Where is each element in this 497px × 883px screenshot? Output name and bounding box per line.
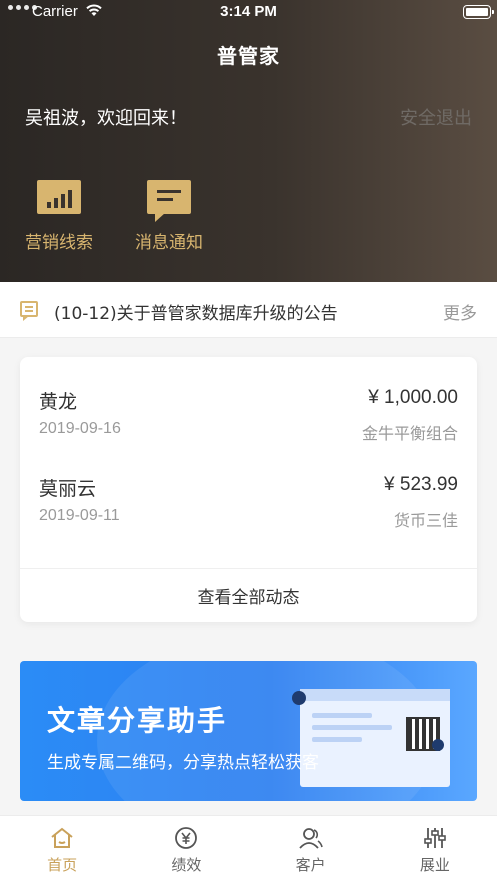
person-illustration bbox=[432, 739, 444, 751]
tab-label: 首页 bbox=[47, 856, 78, 874]
product-name: 货币三佳 bbox=[393, 511, 458, 530]
header-panel: Carrier 3:14 PM 普管家 吴祖波，欢迎回来！ 安全退出 营销线索 … bbox=[0, 0, 497, 282]
screen-illustration bbox=[300, 689, 450, 787]
divider bbox=[20, 568, 477, 569]
tab-home[interactable]: 首页 bbox=[0, 816, 124, 883]
status-bar: Carrier 3:14 PM bbox=[0, 0, 497, 24]
activity-item[interactable]: 莫丽云 ¥ 523.99 2019-09-11 货币三佳 bbox=[39, 474, 458, 544]
more-button[interactable]: 更多 bbox=[443, 299, 477, 324]
greeting-text: 吴祖波，欢迎回来！ bbox=[25, 108, 187, 129]
sliders-icon bbox=[424, 828, 446, 848]
activity-item[interactable]: 黄龙 ¥ 1,000.00 2019-09-16 金牛平衡组合 bbox=[39, 387, 458, 457]
page-title: 普管家 bbox=[217, 44, 280, 68]
message-icon bbox=[147, 180, 191, 222]
client-name: 莫丽云 bbox=[39, 478, 97, 500]
client-name: 黄龙 bbox=[39, 391, 78, 413]
product-name: 金牛平衡组合 bbox=[361, 424, 458, 443]
announcement-icon bbox=[20, 301, 38, 321]
marketing-leads-label: 营销线索 bbox=[25, 233, 93, 253]
person-illustration bbox=[292, 691, 306, 705]
activity-card: 黄龙 ¥ 1,000.00 2019-09-16 金牛平衡组合 莫丽云 ¥ 52… bbox=[20, 357, 477, 622]
view-all-activity-button[interactable]: 查看全部动态 bbox=[20, 583, 477, 608]
battery-icon bbox=[463, 5, 494, 19]
clock: 3:14 PM bbox=[220, 3, 277, 20]
yen-circle-icon bbox=[175, 827, 198, 849]
tab-customers[interactable]: 客户 bbox=[249, 816, 373, 883]
tab-label: 展业 bbox=[419, 856, 450, 874]
date: 2019-09-16 bbox=[39, 420, 121, 437]
message-notifications-label: 消息通知 bbox=[135, 233, 203, 253]
announcement-bar[interactable]: (10-12)关于普管家数据库升级的公告 更多 bbox=[0, 282, 497, 338]
tab-performance[interactable]: 绩效 bbox=[124, 816, 248, 883]
article-share-banner[interactable]: 文章分享助手 生成专属二维码，分享热点轻松获客 bbox=[20, 661, 477, 801]
date: 2019-09-11 bbox=[39, 507, 120, 524]
amount: ¥ 523.99 bbox=[384, 474, 458, 495]
banner-title: 文章分享助手 bbox=[47, 704, 228, 737]
message-notifications-button[interactable]: 消息通知 bbox=[135, 180, 203, 253]
tab-label: 客户 bbox=[295, 856, 326, 874]
customers-icon bbox=[298, 828, 323, 849]
announcement-text[interactable]: (10-12)关于普管家数据库升级的公告 bbox=[54, 299, 338, 324]
amount: ¥ 1,000.00 bbox=[368, 387, 458, 408]
bar-chart-icon bbox=[37, 180, 81, 214]
tab-business[interactable]: 展业 bbox=[373, 816, 497, 883]
tab-bar: 首页 绩效 客户 展业 bbox=[0, 815, 497, 883]
banner-subtitle: 生成专属二维码，分享热点轻松获客 bbox=[47, 753, 319, 773]
home-icon bbox=[51, 827, 73, 848]
tab-label: 绩效 bbox=[171, 856, 202, 874]
marketing-leads-button[interactable]: 营销线索 bbox=[25, 180, 93, 253]
logout-button[interactable]: 安全退出 bbox=[400, 104, 472, 130]
